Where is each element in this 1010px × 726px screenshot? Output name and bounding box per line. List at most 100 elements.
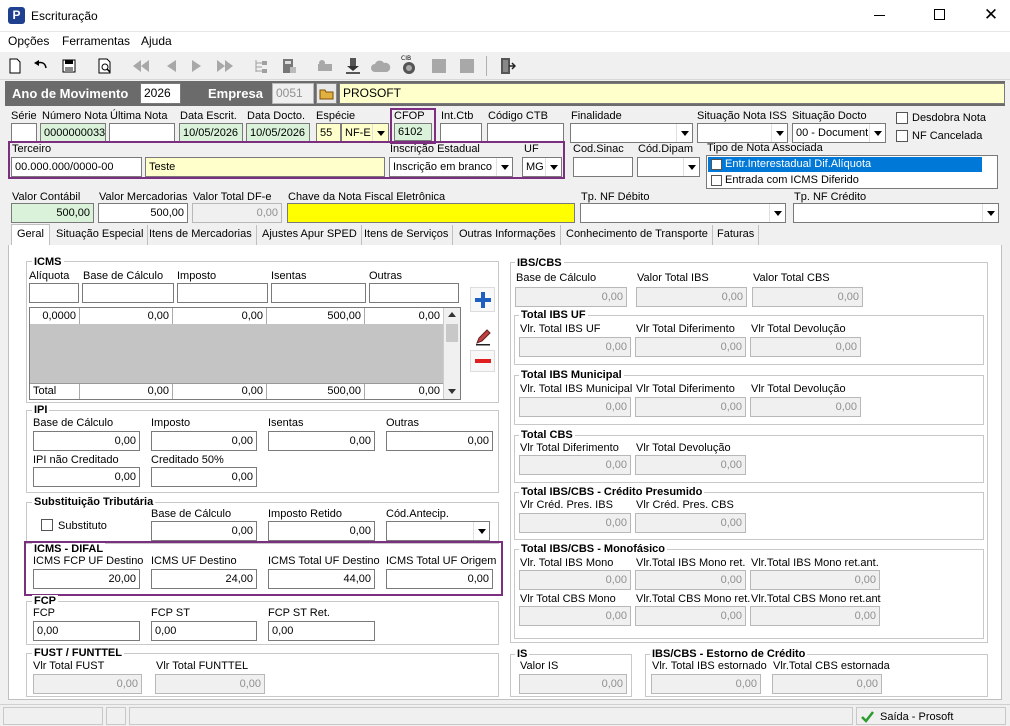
menu-ajuda[interactable]: Ajuda	[141, 35, 172, 48]
icms-grid-row[interactable]: 0,0000 0,00 0,00 500,00 0,00	[30, 308, 443, 324]
cod-sinac-field[interactable]	[573, 157, 633, 177]
fcp-st-ret-field[interactable]: 0,00	[268, 621, 375, 641]
scroll-thumb[interactable]	[446, 324, 458, 342]
inscricao-estadual-select[interactable]: Inscrição em branco	[389, 157, 513, 177]
fcp-st-field[interactable]: 0,00	[151, 621, 257, 641]
especie-code-field[interactable]: 55	[316, 123, 341, 143]
terceiro-nome-field[interactable]: Teste	[145, 157, 385, 177]
empresa-code-field[interactable]: 0051	[272, 83, 314, 104]
empresa-folder-button[interactable]	[316, 83, 337, 104]
ibs-uf-b-field[interactable]: 0,00	[635, 337, 746, 357]
undo-icon[interactable]	[30, 55, 52, 77]
substituto-checkbox[interactable]	[41, 519, 53, 531]
st-retido-field[interactable]: 0,00	[268, 521, 375, 541]
ano-field[interactable]: 2026	[140, 83, 181, 104]
difal-total-destino-field[interactable]: 44,00	[268, 569, 375, 589]
tipo-nota-item-1-checkbox[interactable]	[711, 159, 722, 170]
ipi-base-field[interactable]: 0,00	[33, 431, 140, 451]
chave-nfe-field[interactable]	[287, 203, 575, 223]
valor-mercadorias-field[interactable]: 500,00	[98, 203, 188, 223]
tab-conhecimento-transporte[interactable]: Conhecimento de Transporte	[562, 225, 713, 245]
ipi-nao-creditado-field[interactable]: 0,00	[33, 467, 140, 487]
tipo-nota-list[interactable]: Entr.Interestadual Dif.Alíquota Entrada …	[706, 155, 998, 189]
ibs-total-ibs-field[interactable]: 0,00	[636, 287, 747, 307]
remove-row-button[interactable]	[470, 350, 495, 372]
difal-uf-destino-field[interactable]: 24,00	[151, 569, 257, 589]
fust-field[interactable]: 0,00	[33, 674, 142, 694]
uf-select[interactable]: MG	[522, 157, 562, 177]
cfop-field[interactable]: 6102	[394, 123, 432, 141]
st-antecip-select[interactable]	[386, 521, 490, 541]
fcp-field[interactable]: 0,00	[33, 621, 140, 641]
mono-b-field[interactable]: 0,00	[635, 570, 746, 590]
icms-base-input[interactable]	[82, 283, 174, 303]
cbs-a-field[interactable]: 0,00	[519, 455, 631, 475]
difal-fcp-field[interactable]: 20,00	[33, 569, 140, 589]
empresa-name-field[interactable]: PROSOFT	[339, 83, 1005, 104]
exit-door-icon[interactable]	[496, 55, 518, 77]
tab-itens-servicos[interactable]: Itens de Serviços	[360, 225, 454, 245]
calculator-icon[interactable]	[278, 55, 300, 77]
ipi-outras-field[interactable]: 0,00	[386, 431, 493, 451]
valor-contabil-field[interactable]: 500,00	[11, 203, 94, 223]
menu-opcoes[interactable]: Opções	[8, 35, 49, 48]
desdobra-nota-checkbox[interactable]	[896, 112, 908, 124]
mono-d-field[interactable]: 0,00	[519, 606, 631, 626]
tp-nf-credito-select[interactable]	[793, 203, 999, 223]
minimize-button[interactable]	[874, 15, 885, 16]
ibs-mun-b-field[interactable]: 0,00	[635, 397, 746, 417]
data-docto-field[interactable]: 10/05/2026	[246, 123, 310, 143]
terceiro-doc-field[interactable]: 00.000.000/0000-00	[11, 157, 142, 177]
scroll-up-icon[interactable]	[448, 312, 456, 317]
situacao-iss-select[interactable]	[697, 123, 788, 143]
tipo-nota-item-selected[interactable]: Entr.Interestadual Dif.Alíquota	[708, 157, 982, 172]
preview-icon[interactable]	[94, 55, 116, 77]
ultima-nota-field[interactable]	[109, 123, 175, 143]
icms-isentas-input[interactable]	[271, 283, 366, 303]
tab-geral[interactable]: Geral	[11, 224, 50, 246]
valor-dfe-field[interactable]: 0,00	[192, 203, 282, 223]
nf-cancelada-checkbox[interactable]	[896, 130, 908, 142]
tp-nf-debito-select[interactable]	[580, 203, 786, 223]
serie-field[interactable]	[11, 123, 37, 143]
ipi-imposto-field[interactable]: 0,00	[151, 431, 257, 451]
download-icon[interactable]	[342, 55, 364, 77]
tab-outras-informacoes[interactable]: Outras Informações	[455, 225, 561, 245]
cod-dipam-select[interactable]	[637, 157, 700, 177]
ibs-mun-c-field[interactable]: 0,00	[750, 397, 861, 417]
cib-icon[interactable]: CIB	[398, 53, 420, 75]
save-icon[interactable]	[58, 55, 80, 77]
finalidade-select[interactable]	[570, 123, 693, 143]
tab-itens-mercadorias[interactable]: Itens de Mercadorias	[145, 225, 257, 245]
ibs-uf-c-field[interactable]: 0,00	[750, 337, 861, 357]
scroll-down-icon[interactable]	[448, 389, 456, 394]
presumido-b-field[interactable]: 0,00	[635, 513, 746, 533]
ipi-creditado50-field[interactable]: 0,00	[151, 467, 257, 487]
especie-select[interactable]: NF-E	[341, 123, 389, 143]
situacao-docto-select[interactable]: 00 - Document	[792, 123, 886, 143]
ibs-uf-a-field[interactable]: 0,00	[519, 337, 631, 357]
mono-e-field[interactable]: 0,00	[635, 606, 746, 626]
int-ctb-field[interactable]	[440, 123, 482, 143]
icms-grid-scrollbar[interactable]	[443, 308, 460, 399]
estorno-b-field[interactable]: 0,00	[772, 674, 882, 694]
new-document-icon[interactable]	[4, 55, 26, 77]
close-button[interactable]: ✕	[982, 6, 1000, 24]
is-valor-field[interactable]: 0,00	[519, 674, 627, 694]
tipo-nota-item-2-checkbox[interactable]	[711, 175, 722, 186]
data-escrit-field[interactable]: 10/05/2026	[179, 123, 243, 143]
difal-total-origem-field[interactable]: 0,00	[386, 569, 493, 589]
tab-faturas[interactable]: Faturas	[713, 225, 760, 245]
mono-f-field[interactable]: 0,00	[750, 606, 880, 626]
menu-ferramentas[interactable]: Ferramentas	[62, 35, 130, 48]
codigo-ctb-field[interactable]	[487, 123, 564, 143]
icms-aliquota-input[interactable]	[29, 283, 79, 303]
ibs-mun-a-field[interactable]: 0,00	[519, 397, 631, 417]
icms-outras-input[interactable]	[369, 283, 459, 303]
numero-nota-field[interactable]: 0000000033	[40, 123, 106, 143]
funttel-field[interactable]: 0,00	[155, 674, 265, 694]
st-base-field[interactable]: 0,00	[151, 521, 257, 541]
ibs-total-cbs-field[interactable]: 0,00	[752, 287, 863, 307]
tab-ajustes-sped[interactable]: Ajustes Apur SPED	[258, 225, 362, 245]
maximize-button[interactable]	[934, 9, 945, 20]
